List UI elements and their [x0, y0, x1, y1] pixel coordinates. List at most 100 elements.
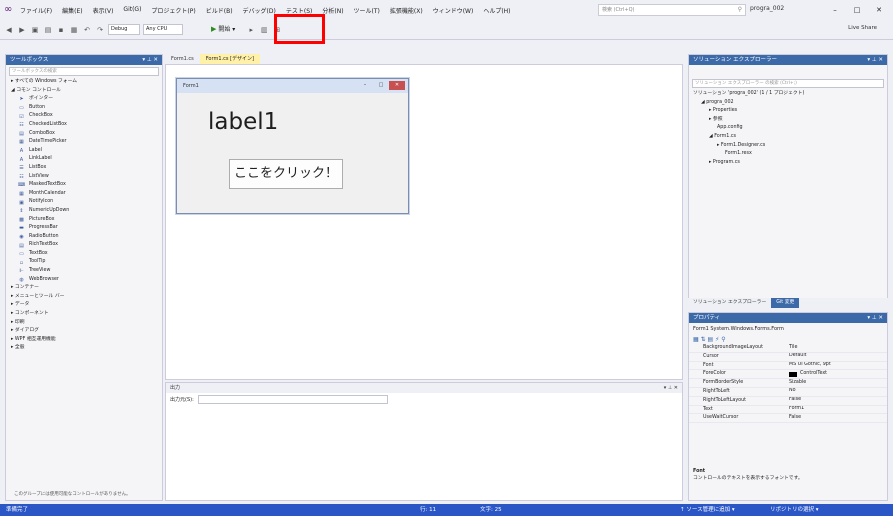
toolbox-item[interactable]: ▸ ダイアログ	[6, 327, 162, 336]
menu-item[interactable]: 編集(E)	[62, 6, 82, 15]
toolbox-item[interactable]: ▸ WPF 相互運用機能	[6, 336, 162, 345]
search-input[interactable]: 検索 (Ctrl+Q) ⚲	[598, 4, 746, 16]
menu-item[interactable]: ツール(T)	[354, 6, 380, 15]
property-row[interactable]: RightToLeftLayout False	[689, 397, 887, 406]
menu-item[interactable]: Git(G)	[123, 6, 141, 15]
save-all-icon[interactable]: ▦	[69, 25, 79, 35]
toolbox-item[interactable]: A LinkLabel	[6, 155, 162, 164]
hot-reload-icon[interactable]: ▸	[246, 25, 256, 35]
solution-tree-item[interactable]: ◢ progra_002	[689, 99, 887, 108]
toolbox-item[interactable]: ▸ 全般	[6, 344, 162, 353]
property-row[interactable]: Cursor Default	[689, 353, 887, 362]
property-row[interactable]: RightToLeft No	[689, 388, 887, 397]
solution-tree-item[interactable]: ▸ Program.cs	[689, 159, 887, 168]
menu-item[interactable]: ビルド(B)	[206, 6, 233, 15]
property-row[interactable]: Font MS UI Gothic, 9pt	[689, 362, 887, 371]
toolbox-item[interactable]: ⇕ NumericUpDown	[6, 207, 162, 216]
toolbox-item[interactable]: ☷ CheckedListBox	[6, 121, 162, 130]
solution-pin-icon[interactable]: ▾ ⊥ ✕	[867, 55, 883, 65]
select-repo-button[interactable]: リポジトリの選択 ▾	[770, 504, 819, 516]
redo-icon[interactable]: ↷	[95, 25, 105, 35]
tab-form1-code[interactable]: Form1.cs	[165, 54, 200, 64]
toolbox-item[interactable]: ◉ RadioButton	[6, 233, 162, 242]
start-button[interactable]: ▶ 開始 ▾	[208, 23, 238, 36]
add-source-control-button[interactable]: ↑ ソース管理に追加 ▾	[680, 504, 735, 516]
tab-solution-explorer[interactable]: ソリューション エクスプローラー	[688, 298, 771, 308]
maximize-icon[interactable]: □	[847, 3, 867, 17]
back-icon[interactable]: ◀	[4, 25, 14, 35]
menu-item[interactable]: ウィンドウ(W)	[433, 6, 474, 15]
new-project-icon[interactable]: ▣	[30, 25, 40, 35]
menu-item[interactable]: ヘルプ(H)	[483, 6, 510, 15]
tab-form1-design[interactable]: Form1.cs [デザイン]	[199, 54, 260, 64]
toolbox-item[interactable]: ▫ ToolTip	[6, 258, 162, 267]
click-here-button[interactable]: ここをクリック！	[229, 159, 343, 189]
platform-combo[interactable]: Any CPU	[143, 24, 183, 35]
toolbox-search-input[interactable]: ツールボックスの検索	[9, 67, 159, 76]
tab-git-changes[interactable]: Git 変更	[771, 298, 800, 308]
property-row[interactable]: FormBorderStyle Sizable	[689, 379, 887, 388]
layout-icon[interactable]: ▥	[259, 25, 269, 35]
property-value[interactable]: Form1	[789, 406, 887, 414]
toolbox-item[interactable]: ☰ ListBox	[6, 164, 162, 173]
property-value[interactable]: False	[789, 397, 887, 405]
live-share-button[interactable]: Live Share	[848, 25, 877, 31]
property-row[interactable]: UseWaitCursor False	[689, 414, 887, 424]
property-value[interactable]: ControlText	[789, 370, 887, 378]
property-row[interactable]: BackgroundImageLayout Tile	[689, 344, 887, 353]
menu-item[interactable]: デバッグ(D)	[243, 6, 276, 15]
solution-search-input[interactable]: ソリューション エクスプローラー の検索 (Ctrl+;)	[692, 79, 884, 88]
toolbox-item[interactable]: ▸ 印刷	[6, 319, 162, 328]
toolbox-item[interactable]: ▣ NotifyIcon	[6, 198, 162, 207]
property-value[interactable]: No	[789, 388, 887, 396]
toolbox-item[interactable]: ◍ WebBrowser	[6, 276, 162, 285]
form1-window[interactable]: Form1 – □ ✕ label1 ここをクリック！	[176, 78, 409, 214]
toolbox-item[interactable]: ▭ Button	[6, 104, 162, 113]
toolbox-item[interactable]: ☷ ListView	[6, 173, 162, 182]
toolbox-item[interactable]: ◢ コモン コントロール	[6, 87, 162, 96]
property-value[interactable]: Default	[789, 353, 887, 361]
toolbox-item[interactable]: ▦ DateTimePicker	[6, 138, 162, 147]
property-row[interactable]: Text Form1	[689, 406, 887, 415]
menu-item[interactable]: 分析(N)	[322, 6, 343, 15]
props-pin-icon[interactable]: ▾ ⊥ ✕	[867, 313, 883, 323]
toolbox-item[interactable]: ▤ RichTextBox	[6, 241, 162, 250]
output-source-combo[interactable]	[197, 395, 388, 404]
property-row[interactable]: ForeColor ControlText	[689, 370, 887, 380]
menu-item[interactable]: 拡張機能(X)	[390, 6, 423, 15]
toolbox-item[interactable]: ▩ PictureBox	[6, 216, 162, 225]
save-icon[interactable]: ▪	[56, 25, 66, 35]
close-icon[interactable]: ✕	[869, 3, 889, 17]
property-value[interactable]: MS UI Gothic, 9pt	[789, 362, 887, 370]
undo-icon[interactable]: ↶	[82, 25, 92, 35]
solution-tree-item[interactable]: App.config	[689, 124, 887, 133]
toolbox-item[interactable]: ▭ TextBox	[6, 250, 162, 259]
property-value[interactable]: Tile	[789, 344, 887, 352]
solution-tree-item[interactable]: Form1.resx	[689, 150, 887, 159]
toolbox-item[interactable]: A Label	[6, 147, 162, 156]
open-icon[interactable]: ▤	[43, 25, 53, 35]
menu-item[interactable]: ファイル(F)	[20, 6, 52, 15]
toolbox-item[interactable]: ⊩ TreeView	[6, 267, 162, 276]
toolbox-item[interactable]: ▬ ProgressBar	[6, 224, 162, 233]
toolbox-item[interactable]: ▤ ComboBox	[6, 130, 162, 139]
toolbox-item[interactable]: ➤ ポインター	[6, 95, 162, 104]
toolbox-item[interactable]: ▦ MonthCalendar	[6, 190, 162, 199]
solution-tree-item[interactable]: ◢ Form1.cs	[689, 133, 887, 142]
menu-item[interactable]: プロジェクト(P)	[151, 6, 195, 15]
toolbox-item[interactable]: ▸ メニューとツール バー	[6, 293, 162, 302]
toolbox-item[interactable]: ▸ データ	[6, 301, 162, 310]
property-value[interactable]: Sizable	[789, 379, 887, 387]
solution-tree-item[interactable]: ▸ Form1.Designer.cs	[689, 142, 887, 151]
menu-item[interactable]: 表示(V)	[93, 6, 114, 15]
toolbox-item[interactable]: ▸ コンポーネント	[6, 310, 162, 319]
solution-tree-item[interactable]: ソリューション 'progra_002' (1 / 1 プロジェクト)	[689, 90, 887, 99]
config-combo[interactable]: Debug	[108, 24, 140, 35]
solution-tree-item[interactable]: ▸ Properties	[689, 107, 887, 116]
pin-icon[interactable]: ▾ ⊥ ✕	[142, 55, 158, 65]
label1-control[interactable]: label1	[208, 109, 278, 135]
forward-icon[interactable]: ▶	[17, 25, 27, 35]
solution-tree-item[interactable]: ▸ 参照	[689, 116, 887, 125]
toolbox-item[interactable]: ☑ CheckBox	[6, 112, 162, 121]
props-object[interactable]: Form1 System.Windows.Forms.Form	[689, 323, 887, 335]
